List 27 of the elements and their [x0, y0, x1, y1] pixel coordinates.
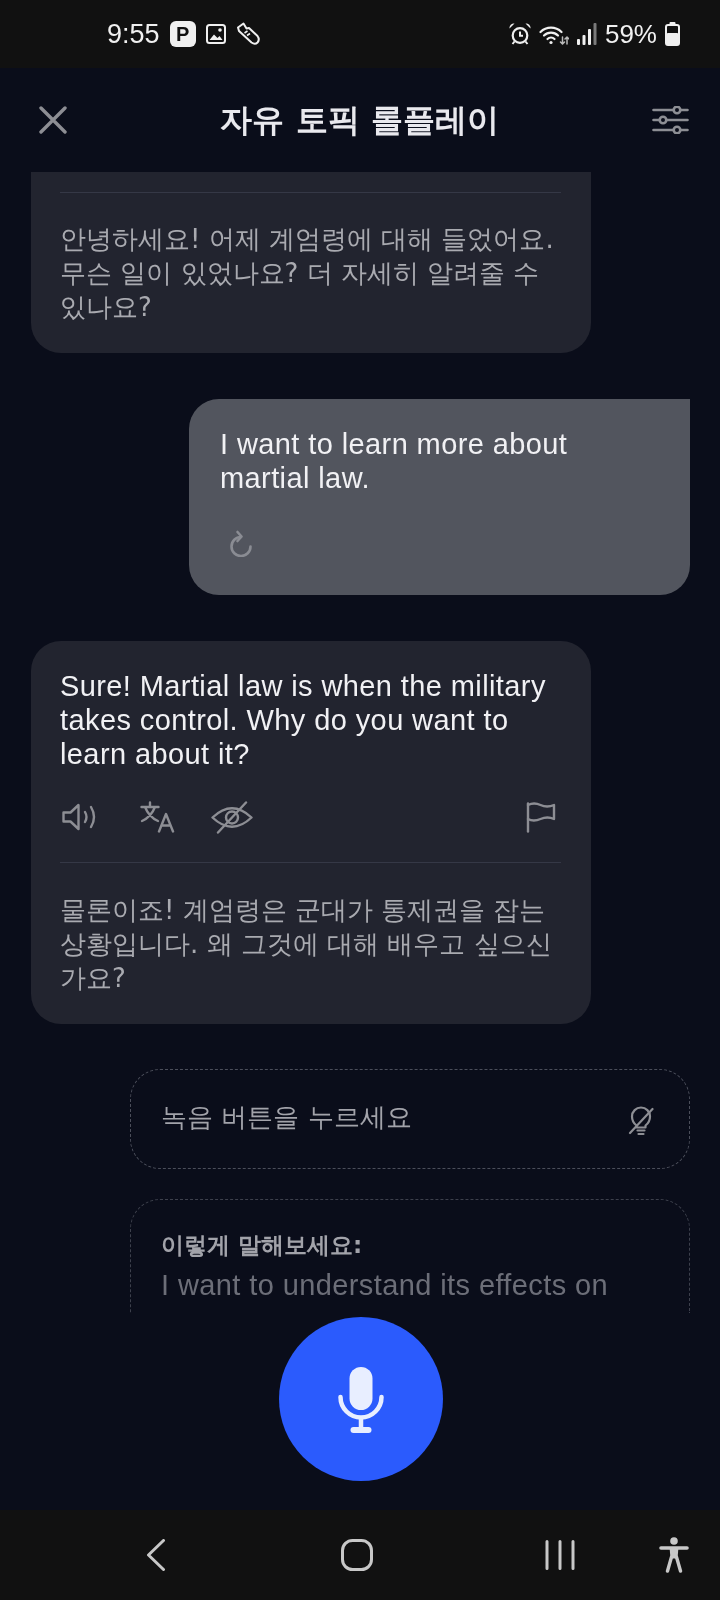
- app-notification-badge: P: [169, 21, 196, 47]
- prompt-text: 녹음 버튼을 누르세요: [161, 1101, 413, 1134]
- signal-icon: [576, 23, 597, 45]
- screen-title: 자유 토픽 롤플레이: [219, 100, 500, 140]
- status-time: 9:55: [107, 18, 160, 50]
- accessibility-icon[interactable]: [659, 1537, 689, 1573]
- recent-apps-icon[interactable]: [545, 1540, 575, 1570]
- microphone-icon: [338, 1367, 384, 1433]
- message-text: I want to learn more about martial law.: [220, 427, 569, 495]
- translate-icon[interactable]: [140, 801, 175, 833]
- eye-slash-icon[interactable]: [211, 800, 253, 834]
- translation-text: 물론이죠! 계엄령은 군대가 통제권을 잡는 상황입니다. 왜 그것에 대해 배우고 싶으신가요?: [60, 894, 553, 995]
- battery-percent: 59%: [604, 18, 657, 50]
- settings-sliders-icon[interactable]: [652, 106, 689, 134]
- flag-icon[interactable]: [526, 801, 556, 833]
- suggestion-text: I want to understand its effects on: [161, 1268, 610, 1302]
- alarm-clock-icon: [508, 23, 531, 45]
- translation-text: 안녕하세요! 어제 계엄령에 대해 들었어요. 무슨 일이 있었나요? 더 자세히 알려줄 수 있나요?: [60, 223, 555, 324]
- message-text: Sure! Martial law is when the military takes control. Why do you want to learn about it?: [60, 669, 547, 771]
- suggestion-label: 이렇게 말해보세요:: [161, 1231, 364, 1259]
- lightbulb-off-icon[interactable]: [628, 1106, 654, 1136]
- sneaker-icon: [235, 22, 261, 46]
- close-icon[interactable]: [39, 106, 67, 134]
- battery-icon: [665, 22, 680, 46]
- home-icon[interactable]: [341, 1539, 373, 1571]
- back-icon[interactable]: [146, 1539, 166, 1571]
- image-icon: [205, 24, 226, 44]
